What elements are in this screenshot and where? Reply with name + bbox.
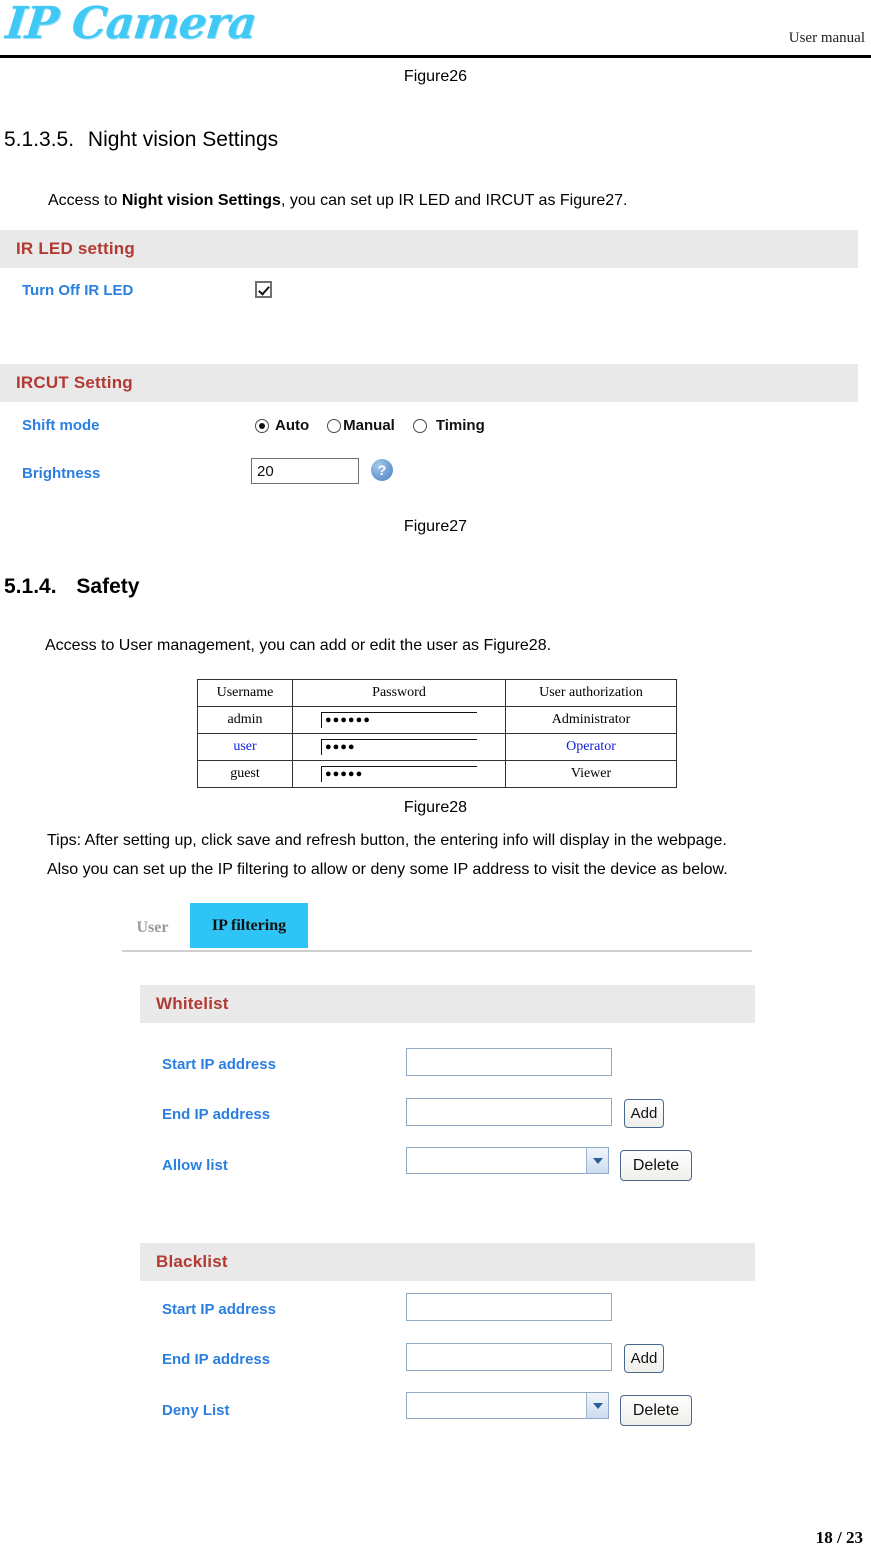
heading-text: Night vision Settings	[87, 128, 279, 151]
password-masked-value[interactable]: ●●●●●●	[321, 712, 477, 728]
page-number: 18 / 23	[815, 1528, 863, 1547]
intro-pre: Access to	[48, 192, 122, 209]
whitelist-allow-list-select[interactable]	[406, 1147, 609, 1174]
whitelist-allow-list-label: Allow list	[162, 1157, 228, 1174]
ircut-setting-panel-header: IRCUT Setting	[0, 364, 858, 402]
tips-line-1: Tips: After setting up, click save and r…	[47, 832, 727, 849]
password-masked-value[interactable]: ●●●●	[321, 739, 477, 755]
ir-led-setting-heading: IR LED setting	[16, 239, 135, 258]
brightness-label: Brightness	[22, 465, 101, 482]
radio-auto-label: Auto	[275, 417, 310, 434]
whitelist-start-ip-input[interactable]	[406, 1048, 612, 1076]
blacklist-deny-list-label: Deny List	[162, 1402, 230, 1419]
page-header: IP Camera User manual	[0, 0, 871, 56]
table-header-row: Username Password User authorization	[197, 679, 677, 707]
tab-bar-divider	[122, 950, 752, 952]
whitelist-panel-header: Whitelist	[140, 985, 755, 1023]
shift-mode-label: Shift mode	[22, 417, 100, 434]
safety-heading-text: Safety	[76, 575, 140, 598]
tab-user[interactable]: User	[125, 908, 180, 948]
column-header-password: Password	[292, 679, 506, 707]
password-masked-value[interactable]: ●●●●●	[321, 766, 477, 782]
shift-mode-option-auto[interactable]: Auto	[255, 417, 309, 434]
tab-ip-filtering[interactable]: IP filtering	[190, 903, 308, 948]
radio-timing-icon[interactable]	[412, 418, 427, 433]
figure28-caption: Figure28	[403, 799, 468, 816]
turn-off-ir-led-checkbox[interactable]	[255, 281, 272, 298]
intro-post: , you can set up IR LED and IRCUT as Fig…	[280, 192, 628, 209]
shift-mode-option-timing[interactable]: Timing	[412, 417, 485, 434]
blacklist-start-ip-input[interactable]	[406, 1293, 612, 1321]
whitelist-end-ip-input[interactable]	[406, 1098, 612, 1126]
cell-authorization: Viewer	[505, 760, 677, 788]
cell-password[interactable]: ●●●●●	[292, 760, 506, 788]
tips-line-2: Also you can set up the IP filtering to …	[47, 861, 728, 878]
table-row: user ●●●● Operator	[197, 733, 677, 761]
blacklist-deny-list-select[interactable]	[406, 1392, 609, 1419]
ir-led-setting-panel-header: IR LED setting	[0, 230, 858, 268]
radio-manual-label: Manual	[343, 417, 395, 434]
safety-intro-text: Access to User management, you can add o…	[45, 637, 552, 654]
heading-safety: 5.1.4. Safety	[4, 575, 139, 599]
figure26-caption: Figure26	[403, 68, 468, 85]
whitelist-delete-button[interactable]: Delete	[620, 1150, 692, 1181]
column-header-username: Username	[197, 679, 293, 707]
cell-username: admin	[197, 706, 293, 734]
column-header-authorization: User authorization	[505, 679, 677, 707]
heading-number: 5.1.3.5.	[4, 128, 75, 151]
brightness-input[interactable]: 20	[251, 458, 359, 484]
heading-night-vision-settings: 5.1.3.5. Night vision Settings	[4, 128, 278, 152]
blacklist-panel-header: Blacklist	[140, 1243, 755, 1281]
whitelist-heading: Whitelist	[156, 994, 229, 1013]
chevron-down-icon[interactable]	[586, 1393, 608, 1418]
radio-timing-label: Timing	[435, 417, 485, 434]
table-row: guest ●●●●● Viewer	[197, 760, 677, 788]
whitelist-end-ip-label: End IP address	[162, 1106, 271, 1123]
blacklist-add-button[interactable]: Add	[624, 1344, 664, 1373]
table-row: admin ●●●●●● Administrator	[197, 706, 677, 734]
cell-username: user	[197, 733, 293, 761]
blacklist-start-ip-label: Start IP address	[162, 1301, 276, 1318]
night-vision-intro: Access to Night vision Settings, you can…	[48, 192, 627, 210]
cell-username: guest	[197, 760, 293, 788]
cell-password[interactable]: ●●●●	[292, 733, 506, 761]
user-management-table: Username Password User authorization adm…	[197, 679, 677, 788]
figure27-caption: Figure27	[403, 518, 468, 535]
blacklist-heading: Blacklist	[156, 1252, 228, 1271]
cell-password[interactable]: ●●●●●●	[292, 706, 506, 734]
blacklist-end-ip-label: End IP address	[162, 1351, 271, 1368]
blacklist-end-ip-input[interactable]	[406, 1343, 612, 1371]
shift-mode-option-manual[interactable]: Manual	[327, 417, 395, 434]
shift-mode-radio-group: Auto Manual Timing	[255, 417, 485, 434]
help-icon[interactable]: ?	[371, 459, 393, 481]
safety-heading-number: 5.1.4.	[4, 575, 57, 598]
turn-off-ir-led-label: Turn Off IR LED	[22, 282, 134, 299]
whitelist-start-ip-label: Start IP address	[162, 1056, 276, 1073]
cell-authorization: Administrator	[505, 706, 677, 734]
chevron-down-icon[interactable]	[586, 1148, 608, 1173]
ircut-setting-heading: IRCUT Setting	[16, 373, 133, 392]
blacklist-delete-button[interactable]: Delete	[620, 1395, 692, 1426]
cell-authorization: Operator	[505, 733, 677, 761]
intro-bold: Night vision Settings	[121, 192, 281, 209]
whitelist-add-button[interactable]: Add	[624, 1099, 664, 1128]
radio-manual-icon[interactable]	[327, 418, 342, 433]
radio-auto-icon[interactable]	[255, 418, 269, 433]
ip-camera-logo: IP Camera	[3, 0, 259, 49]
header-divider	[0, 55, 871, 58]
header-user-manual-label: User manual	[788, 30, 865, 46]
